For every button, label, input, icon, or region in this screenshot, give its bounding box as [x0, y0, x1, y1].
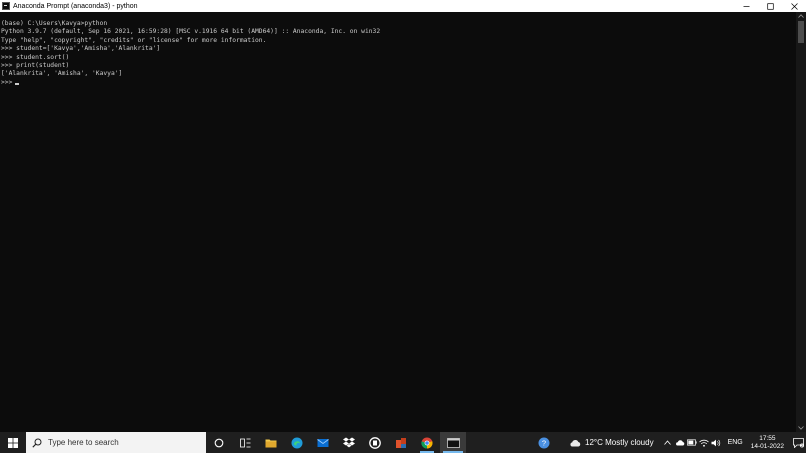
office-icon [396, 437, 406, 448]
console-input-line[interactable]: >>> [1, 79, 796, 87]
vertical-scrollbar[interactable] [796, 12, 806, 432]
edge-button[interactable] [284, 432, 310, 453]
file-explorer-icon [265, 439, 277, 447]
task-view-button[interactable] [232, 432, 258, 453]
chevron-up-icon [664, 440, 671, 445]
help-tray-button[interactable]: ? [533, 432, 555, 453]
circle-app-button[interactable] [362, 432, 388, 453]
console-line: >>> student.sort() [1, 53, 70, 61]
terminal-icon [446, 437, 460, 448]
cloud-icon [570, 439, 581, 447]
onedrive-tray-button[interactable] [674, 432, 686, 453]
clock-date: 14-01-2022 [750, 442, 784, 450]
show-hidden-icons-button[interactable] [662, 432, 674, 453]
windows-logo-icon [8, 437, 18, 448]
notification-center-button[interactable]: 2 [790, 432, 806, 453]
speaker-icon [711, 439, 720, 446]
scroll-up-button[interactable] [797, 12, 805, 20]
battery-tray-button[interactable] [686, 432, 698, 453]
console-app-icon [2, 2, 10, 10]
taskbar: Type here to search ? 12°C Mostly cloudy… [0, 432, 806, 453]
console-line: >>> print(student) [1, 61, 70, 69]
clock-time: 17:55 [759, 434, 776, 442]
console-line: >>> student=['Kavya','Amisha','Alankrita… [1, 45, 161, 53]
scrollbar-thumb[interactable] [798, 21, 804, 43]
svg-text:2: 2 [801, 443, 803, 447]
svg-text:?: ? [542, 438, 546, 447]
help-icon: ? [538, 437, 550, 448]
console-line: Type "help", "copyright", "credits" or "… [1, 36, 267, 44]
console-prompt: >>> [1, 78, 13, 86]
file-explorer-button[interactable] [258, 432, 284, 453]
start-button[interactable] [0, 432, 26, 453]
scroll-down-button[interactable] [797, 424, 805, 432]
search-placeholder: Type here to search [48, 438, 119, 447]
cortana-button[interactable] [206, 432, 232, 453]
close-icon [790, 2, 798, 10]
console-output[interactable]: (base) C:\Users\Kavya>python Python 3.9.… [0, 12, 796, 432]
wifi-icon [698, 439, 709, 447]
window-controls [734, 0, 806, 12]
minimize-icon [743, 5, 749, 7]
search-icon [32, 438, 42, 448]
app-circle-icon [369, 436, 381, 449]
dropbox-icon [343, 437, 355, 448]
chrome-icon [421, 437, 433, 449]
mail-icon [317, 438, 329, 447]
network-tray-button[interactable] [698, 432, 710, 453]
window-title-bar[interactable]: Anaconda Prompt (anaconda3) - python [0, 0, 806, 12]
taskbar-search-box[interactable]: Type here to search [26, 432, 206, 453]
chevron-up-icon [798, 14, 804, 18]
office-button[interactable] [388, 432, 414, 453]
chevron-down-icon [798, 426, 804, 430]
close-button[interactable] [782, 0, 806, 12]
console-line: Python 3.9.7 (default, Sep 16 2021, 16:5… [1, 28, 381, 36]
maximize-button[interactable] [758, 0, 782, 12]
clock[interactable]: 17:55 14-01-2022 [751, 435, 784, 451]
console-line: (base) C:\Users\Kavya>python [1, 20, 108, 27]
system-tray: ? 12°C Mostly cloudy ENG 17:55 14-01-202… [533, 432, 806, 453]
mail-button[interactable] [310, 432, 336, 453]
terminal-button[interactable] [440, 432, 466, 453]
battery-icon [686, 439, 697, 446]
dropbox-button[interactable] [336, 432, 362, 453]
weather-text: 12°C Mostly cloudy [585, 438, 654, 447]
notification-icon: 2 [792, 437, 804, 448]
weather-widget[interactable]: 12°C Mostly cloudy [569, 438, 654, 447]
task-view-icon [239, 438, 250, 447]
text-cursor [15, 82, 20, 85]
volume-tray-button[interactable] [710, 432, 722, 453]
minimize-button[interactable] [734, 0, 758, 12]
chrome-button[interactable] [414, 432, 440, 453]
edge-icon [291, 437, 303, 448]
window-title: Anaconda Prompt (anaconda3) - python [13, 2, 138, 10]
onedrive-cloud-icon [675, 440, 684, 446]
console-line: ['Alankrita', 'Amisha', 'Kavya'] [1, 70, 123, 78]
input-language-indicator[interactable]: ENG [728, 439, 743, 446]
cortana-icon [214, 438, 224, 447]
maximize-icon [766, 2, 774, 10]
